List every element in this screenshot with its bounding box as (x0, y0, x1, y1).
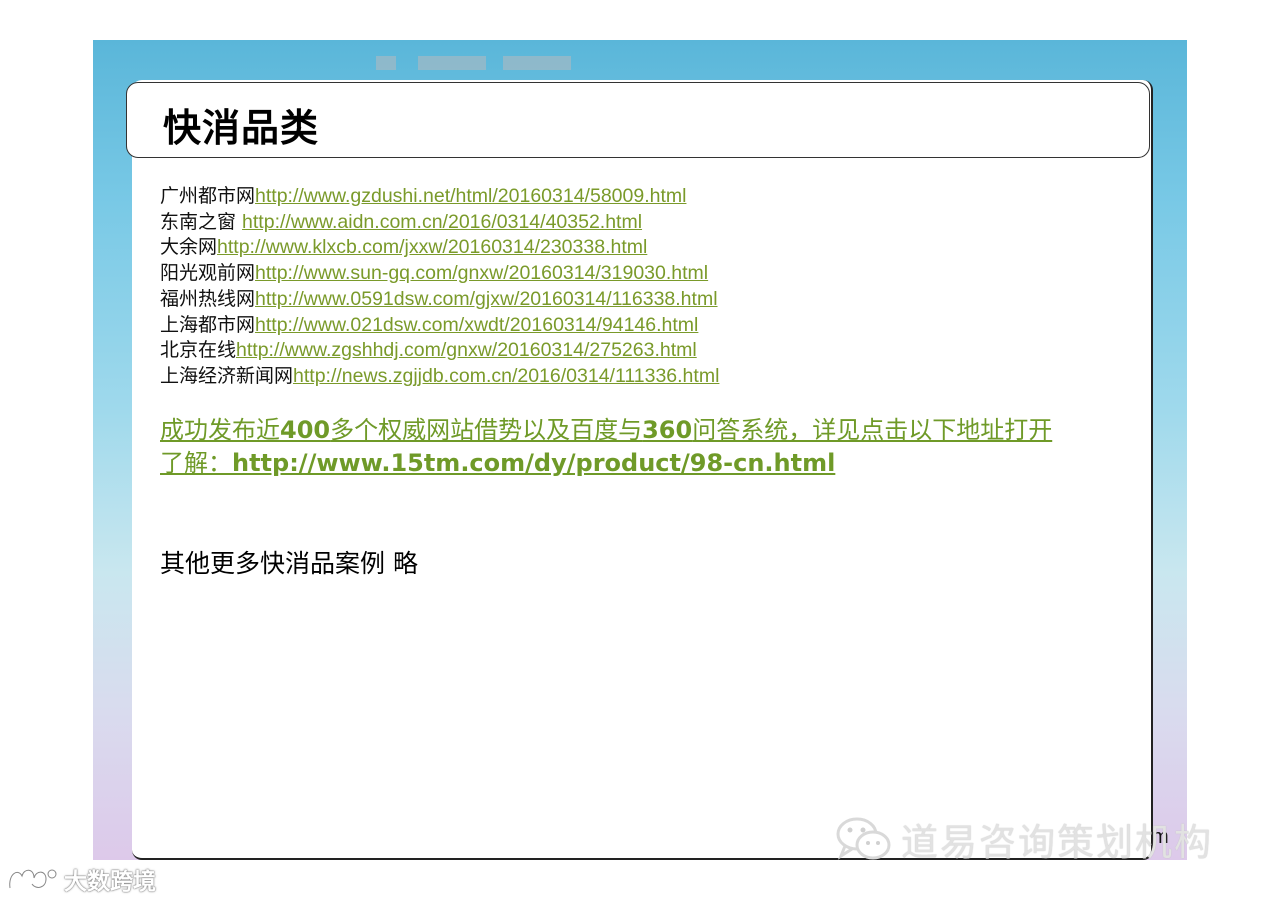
link-row: 上海都市网http://www.021dsw.com/xwdt/20160314… (160, 313, 719, 339)
title-box: 快消品类 (126, 82, 1150, 158)
site-name: 上海都市网 (160, 313, 256, 336)
promo-line-1: 成功发布近400多个权威网站借势以及百度与360问答系统，详见点击以下地址打开 (160, 414, 1160, 447)
promo-text: 成功发布近 (160, 416, 280, 444)
article-link[interactable]: http://www.021dsw.com/xwdt/20160314/9414… (255, 314, 698, 336)
article-link[interactable]: http://www.0591dsw.com/gjxw/20160314/116… (255, 288, 718, 310)
brand-name: 大数跨境 (64, 869, 156, 895)
article-link[interactable]: http://www.gzdushi.net/html/20160314/580… (255, 185, 686, 207)
article-link[interactable]: http://www.aidn.com.cn/2016/0314/40352.h… (242, 211, 642, 233)
article-link[interactable]: http://www.zgshhdj.com/gnxw/20160314/275… (236, 339, 697, 361)
site-name: 广州都市网 (160, 185, 256, 207)
link-row: 阳光观前网http://www.sun-gq.com/gnxw/20160314… (160, 261, 719, 287)
link-row: 北京在线http://www.zgshhdj.com/gnxw/20160314… (160, 338, 719, 364)
article-link[interactable]: http://www.klxcb.com/jxxw/20160314/23033… (217, 236, 647, 258)
more-cases-note: 其他更多快消品案例 略 (160, 549, 418, 578)
decorative-bar (503, 56, 571, 70)
decorative-bar (418, 56, 486, 70)
link-row: 大余网http://www.klxcb.com/jxxw/20160314/23… (160, 235, 719, 261)
link-row: 东南之窗 http://www.aidn.com.cn/2016/0314/40… (160, 210, 719, 236)
brand-watermark: 大数跨境 (6, 862, 156, 896)
site-name: 阳光观前网 (160, 262, 256, 285)
brand-logo-icon (8, 868, 57, 890)
promo-text: 问答系统，详见点击以下地址打开 (692, 416, 1053, 444)
site-name: 福州热线网 (160, 287, 256, 310)
article-link[interactable]: http://www.sun-gq.com/gnxw/20160314/3190… (255, 262, 708, 284)
site-name: 大余网 (160, 236, 218, 259)
wechat-watermark: 道易咨询策划机构 (835, 812, 1213, 866)
link-row: 广州都市网http://www.gzdushi.net/html/2016031… (160, 184, 719, 210)
news-link-list: 广州都市网http://www.gzdushi.net/html/2016031… (160, 184, 719, 390)
site-name: 东南之窗 (160, 210, 243, 233)
slide-title: 快消品类 (163, 106, 320, 150)
promo-number: 360 (642, 416, 693, 444)
promo-text: 了解： (160, 449, 232, 477)
promo-line-2: 了解：http://www.15tm.com/dy/product/98-cn.… (160, 447, 1160, 480)
link-row: 福州热线网http://www.0591dsw.com/gjxw/2016031… (160, 287, 719, 313)
link-row: 上海经济新闻网http://news.zgjjdb.com.cn/2016/03… (160, 364, 719, 390)
promo-url[interactable]: http://www.15tm.com/dy/product/98-cn.htm… (232, 449, 835, 477)
decorative-bar (376, 56, 396, 70)
site-name: 北京在线 (160, 339, 237, 362)
wechat-icon (836, 817, 891, 860)
promo-text: 多个权威网站借势以及百度与 (330, 416, 643, 444)
article-link[interactable]: http://news.zgjjdb.com.cn/2016/0314/1113… (293, 365, 719, 387)
site-name: 上海经济新闻网 (160, 364, 294, 387)
promo-number: 400 (280, 416, 331, 444)
wechat-account-name: 道易咨询策划机构 (901, 821, 1213, 864)
promo-link[interactable]: 成功发布近400多个权威网站借势以及百度与360问答系统，详见点击以下地址打开 … (160, 414, 1160, 480)
